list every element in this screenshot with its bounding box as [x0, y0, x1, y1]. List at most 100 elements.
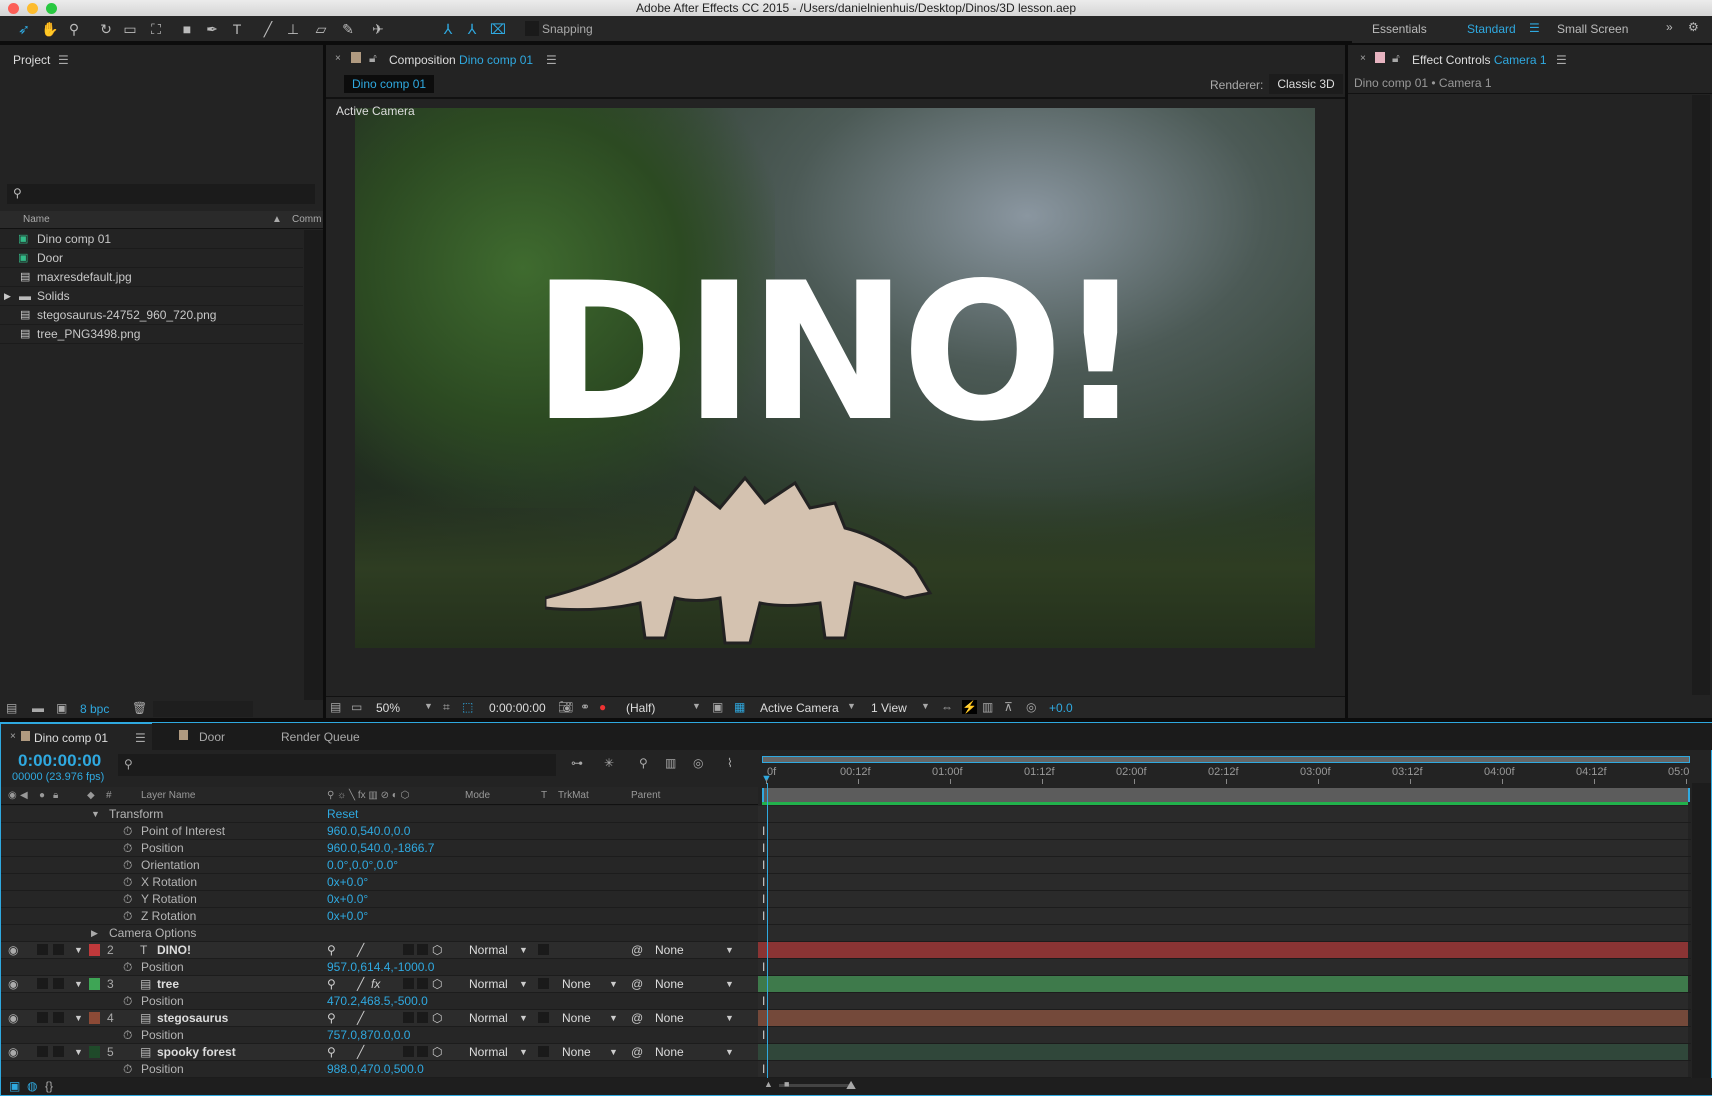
motion-blur-icon[interactable]: ◎	[693, 756, 703, 770]
preserve-transparency-switch[interactable]	[538, 944, 549, 955]
in-out-toggle-icon[interactable]: {}	[45, 1079, 53, 1093]
parent-dropdown[interactable]: None	[655, 1044, 684, 1060]
close-panel-icon[interactable]: ×	[1360, 53, 1366, 64]
close-tab-icon[interactable]: ×	[10, 731, 16, 742]
region-of-interest-icon[interactable]: ⌗	[443, 700, 450, 715]
tab-door[interactable]: Door	[153, 723, 253, 750]
eye-icon[interactable]: ◉	[8, 976, 18, 992]
rectangle-icon[interactable]: ■	[177, 20, 197, 38]
layer-name[interactable]: stegosaurus	[157, 1010, 228, 1026]
shy-switch-icon[interactable]: ⚲	[327, 942, 336, 958]
property-value[interactable]: 988.0,470.0,500.0	[327, 1061, 424, 1077]
panel-menu-icon[interactable]: ☰	[58, 53, 69, 67]
layer-name[interactable]: DINO!	[157, 942, 191, 958]
layer-name[interactable]: spooky forest	[157, 1044, 236, 1060]
shy-switch-icon[interactable]: ⚲	[327, 1044, 336, 1060]
property-row[interactable]: ⏱︎ Position 470.2,468.5,-500.0 I	[1, 993, 1691, 1010]
parent-column-header[interactable]: Parent	[631, 787, 660, 805]
layer-duration-bar[interactable]	[758, 976, 1688, 992]
hand-icon[interactable]: ✋	[40, 20, 60, 38]
selection-icon[interactable]: ➶	[14, 20, 34, 38]
text-icon[interactable]: T	[227, 20, 247, 38]
timeline-scrollbar[interactable]	[1692, 783, 1711, 1078]
composition-mini-flowchart-icon[interactable]: ⊶	[571, 756, 583, 770]
mode-column-header[interactable]: Mode	[465, 787, 490, 805]
label-color-swatch[interactable]	[89, 1012, 100, 1024]
property-row[interactable]: ⏱︎ Position 988.0,470.0,500.0 I	[1, 1061, 1691, 1078]
fast-draft-icon[interactable]: ⚡	[962, 700, 977, 714]
motion-blur-switch[interactable]	[417, 1046, 428, 1057]
layer-duration-bar[interactable]	[758, 1010, 1688, 1026]
exposure-icon[interactable]: ◎	[1026, 700, 1036, 714]
3d-layer-icon[interactable]: ⬡	[432, 976, 442, 992]
rotate-icon[interactable]: ↻	[96, 20, 116, 38]
magnification-dropdown[interactable]: 50%	[376, 701, 400, 715]
eye-icon[interactable]: ◉	[8, 1010, 18, 1026]
lock-switch[interactable]	[53, 1012, 64, 1023]
trkmat-column-header[interactable]: TrkMat	[558, 787, 589, 805]
world-axis-icon[interactable]: ⅄	[462, 20, 482, 38]
adjustment-switch[interactable]	[403, 978, 414, 989]
zoom-window-button[interactable]	[46, 3, 57, 14]
stopwatch-icon[interactable]: ⏱︎	[123, 993, 132, 1009]
adjustment-switch[interactable]	[403, 1012, 414, 1023]
new-composition-icon[interactable]: ▣	[56, 701, 67, 715]
view-layout-dropdown[interactable]: 1 View	[871, 701, 907, 715]
layer-row[interactable]: ◉ ▼ 2 T DINO! ⚲ ╱ ⬡ Normal ▼ @ None ▼	[1, 942, 1691, 959]
audio-icon[interactable]: ◀	[20, 787, 28, 805]
transparency-grid-icon[interactable]: ⬚	[462, 700, 473, 714]
trkmat-dropdown[interactable]: None	[562, 1044, 591, 1060]
work-area-bar[interactable]	[762, 788, 1690, 802]
property-value[interactable]: 957.0,614.4,-1000.0	[327, 959, 434, 975]
property-value[interactable]: 960.0,540.0,-1866.7	[327, 840, 434, 856]
property-row[interactable]: ⏱︎ Position 757.0,870.0,0.0 I	[1, 1027, 1691, 1044]
zoom-icon[interactable]: ⚲	[64, 20, 84, 38]
tab-render-queue[interactable]: Render Queue	[255, 723, 365, 750]
parent-dropdown[interactable]: None	[655, 942, 684, 958]
motion-blur-switch[interactable]	[417, 978, 428, 989]
video-icon[interactable]: ◉	[8, 787, 17, 805]
draft-3d-icon[interactable]: ✳	[604, 756, 614, 770]
workspace-small-screen[interactable]: Small Screen	[1557, 22, 1628, 36]
channel-icon[interactable]: ●	[599, 700, 606, 714]
property-value[interactable]: 0.0°,0.0°,0.0°	[327, 857, 398, 873]
preserve-transparency-switch[interactable]	[538, 978, 549, 989]
panel-menu-icon[interactable]: ☰	[135, 731, 146, 745]
parent-dropdown[interactable]: None	[655, 1010, 684, 1026]
lock-icon[interactable]: 🔓︎	[369, 51, 377, 66]
more-workspaces-icon[interactable]: »	[1666, 20, 1673, 34]
tab-dino-comp-01[interactable]: × Dino comp 01 ☰	[1, 723, 152, 751]
shy-switch-icon[interactable]: ⚲	[327, 1010, 336, 1026]
property-value[interactable]: 0x+0.0°	[327, 874, 368, 890]
interpret-footage-icon[interactable]: ▤	[6, 701, 17, 715]
workspace-standard[interactable]: Standard	[1467, 22, 1516, 36]
workspace-menu-icon[interactable]: ☰	[1529, 21, 1540, 35]
show-snapshot-icon[interactable]: ⚭	[580, 700, 590, 714]
snapshot-icon[interactable]: 📷︎	[558, 700, 573, 714]
puppet-pin-icon[interactable]: ✈	[368, 20, 388, 38]
eye-icon[interactable]: ◉	[8, 942, 18, 958]
toggle-pixel-aspect-icon[interactable]: ⇔	[941, 700, 953, 714]
property-row[interactable]: ⏱︎ Orientation 0.0°,0.0°,0.0° I	[1, 857, 1691, 874]
comp-navigator-tab[interactable]: Dino comp 01	[344, 75, 435, 93]
disclosure-triangle-icon[interactable]: ▼	[74, 976, 83, 992]
property-row[interactable]: ⏱︎ Point of Interest 960.0,540.0,0.0 I	[1, 823, 1691, 840]
zoom-in-icon[interactable]: ⛰	[846, 1078, 856, 1093]
disclosure-triangle-icon[interactable]: ▶	[4, 287, 11, 306]
solo-icon[interactable]: ●	[39, 787, 45, 805]
project-item[interactable]: ▣ Door	[0, 249, 303, 268]
layer-row[interactable]: ◉ ▼ 3 ▤ tree ⚲ ╱ fx ⬡ Normal ▼ None ▼ @ None ▼	[1, 976, 1691, 993]
current-time-indicator[interactable]	[767, 783, 768, 1078]
property-value[interactable]: 0x+0.0°	[327, 891, 368, 907]
disclosure-triangle-icon[interactable]: ▼	[91, 806, 100, 822]
property-value[interactable]: 0x+0.0°	[327, 908, 368, 924]
motion-blur-switch[interactable]	[417, 1012, 428, 1023]
project-item[interactable]: ▣Dino comp 01⊼	[0, 230, 314, 249]
adjustment-switch[interactable]	[403, 1046, 414, 1057]
adjustment-switch[interactable]	[403, 944, 414, 955]
quality-switch-icon[interactable]: ╱	[357, 1044, 364, 1060]
lock-icon[interactable]: 🔓︎	[1392, 51, 1400, 66]
pen-icon[interactable]: ✒	[202, 20, 222, 38]
eraser-icon[interactable]: ▱	[311, 20, 331, 38]
solo-switch[interactable]	[37, 978, 48, 989]
